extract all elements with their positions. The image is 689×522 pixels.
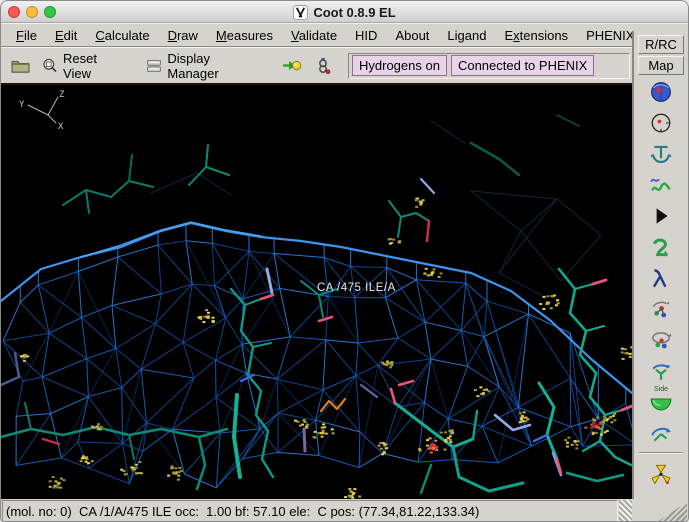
statusbar-resize-grip[interactable] (619, 500, 633, 521)
auto-fit-rotamer-icon[interactable] (646, 233, 676, 260)
window-corner (632, 499, 688, 521)
open-folder-icon (11, 60, 30, 73)
phenix-connection-badge[interactable]: Connected to PHENIX (450, 55, 595, 76)
torsion-general-icon[interactable] (646, 326, 676, 353)
zoom-reset-icon (43, 58, 57, 73)
menu-validate[interactable]: Validate (282, 26, 346, 45)
display-manager-button[interactable]: Display Manager (140, 47, 265, 85)
hydrogens-status-badge[interactable]: Hydrogens on (352, 55, 447, 76)
menu-edit[interactable]: Edit (46, 26, 86, 45)
modelling-sidebar: R/RC Map Side (632, 31, 688, 521)
open-coordinates-button[interactable] (5, 54, 36, 78)
refine-zone-icon[interactable] (646, 171, 676, 198)
picked-atom-label: CA /475 ILE/A (317, 282, 396, 294)
menu-draw[interactable]: Draw (159, 26, 207, 45)
main-toolbar: Reset View Display Manager Hydrogens on … (1, 47, 634, 85)
window-title-area: Coot 0.8.9 EL (1, 1, 688, 23)
axis-z-label: Z (59, 90, 65, 100)
coot-window: Coot 0.8.9 EL File Edit Calculate Draw Measu… (0, 0, 689, 522)
atom-status-text: (mol. no: 0) CA /1/A/475 ILE occ: 1.00 b… (2, 500, 618, 521)
reset-view-button[interactable]: Reset View (36, 47, 131, 85)
reset-view-label: Reset View (63, 50, 98, 81)
expand-triangle-icon[interactable] (646, 202, 676, 229)
axis-y-label: Y (19, 100, 25, 110)
menu-ligand[interactable]: Ligand (438, 26, 495, 45)
menu-measures[interactable]: Measures (207, 26, 282, 45)
go-to-atom-button[interactable] (275, 54, 308, 77)
menu-extensions[interactable]: Extensions (495, 26, 577, 45)
sidebar-rrc-button[interactable]: R/RC (638, 35, 684, 54)
electron-density-scene: Z Y X CA /475 ILE/A (1, 90, 632, 499)
display-sphere-icon[interactable] (646, 78, 676, 105)
anchor-icon[interactable] (646, 140, 676, 167)
display-manager-icon (147, 59, 162, 72)
window-resize-grip[interactable] (657, 502, 687, 521)
display-manager-label: Display Manager (167, 50, 219, 81)
menu-file[interactable]: File (7, 26, 46, 45)
window-title: Coot 0.8.9 EL (313, 4, 396, 20)
go-to-atom-arrow-icon (283, 60, 302, 71)
graphics-3d-canvas[interactable]: Z Y X CA /475 ILE/A (1, 85, 632, 499)
ligand-molecule-icon (319, 57, 331, 74)
status-bar: (mol. no: 0) CA /1/A/475 ILE occ: 1.00 b… (1, 499, 634, 521)
mutate-icon[interactable] (646, 460, 676, 487)
x11-app-icon (293, 4, 309, 20)
find-ligand-button[interactable] (308, 53, 338, 79)
recentre-icon[interactable] (646, 109, 676, 136)
axis-x-label: X (58, 122, 64, 132)
menu-about[interactable]: About (386, 26, 438, 45)
menu-bar: File Edit Calculate Draw Measures Validate HID… (1, 23, 688, 47)
rotate-translate-icon[interactable] (646, 419, 676, 446)
sidebar-separator (639, 452, 683, 454)
rotamers-icon[interactable] (646, 264, 676, 291)
menu-calculate[interactable]: Calculate (86, 26, 158, 45)
side-chain-180-button[interactable]: Side (646, 386, 676, 415)
menu-hid[interactable]: HID (346, 26, 386, 45)
sidebar-map-button[interactable]: Map (638, 56, 684, 75)
title-bar[interactable]: Coot 0.8.9 EL (1, 1, 688, 23)
edit-chi-angles-icon[interactable] (646, 295, 676, 322)
flip-sidechain-icon[interactable] (646, 357, 676, 384)
status-badge-strip: Hydrogens on Connected to PHENIX (348, 52, 630, 79)
